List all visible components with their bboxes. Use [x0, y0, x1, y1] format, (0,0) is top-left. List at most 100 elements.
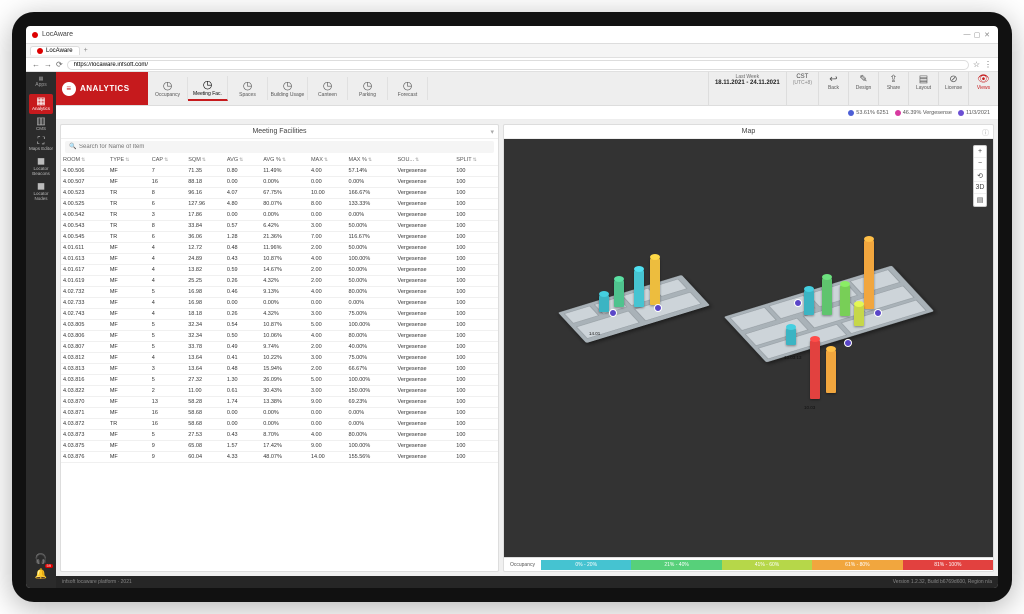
action-design[interactable]: ✎Design	[848, 72, 878, 105]
apps-toggle[interactable]: ▦ Apps	[35, 76, 46, 88]
action-views[interactable]: 👁Views	[968, 72, 998, 105]
close-icon[interactable]: ✕	[982, 31, 992, 39]
col-split[interactable]: SPLIT⇅	[454, 155, 498, 166]
map-panel: Mapⓘ + − ⟲ 3D ▤	[503, 124, 994, 572]
back-icon[interactable]: ←	[32, 60, 40, 69]
reload-icon[interactable]: ⟳	[56, 60, 63, 69]
panel-info-icon[interactable]: ⓘ	[982, 128, 989, 138]
action-back[interactable]: ↩Back	[818, 72, 848, 105]
table-row[interactable]: 4.00.545TR636.061.2821.36%7.00116.67%Ver…	[61, 232, 498, 243]
map-pin-icon	[844, 339, 852, 347]
col-room[interactable]: ROOM⇅	[61, 155, 108, 166]
table-row[interactable]: 4.03.871MF1658.680.000.00%0.000.00%Verge…	[61, 408, 498, 419]
occupancy-segment: 21% - 40%	[631, 560, 721, 570]
table-row[interactable]: 4.03.875MF965.081.5717.42%9.00100.00%Ver…	[61, 441, 498, 452]
forward-icon[interactable]: →	[44, 60, 52, 69]
tab-icon: ◷	[308, 79, 347, 92]
occupancy-bar	[650, 257, 660, 305]
star-icon[interactable]: ☆	[973, 60, 980, 69]
col-sou[interactable]: SOU...⇅	[396, 155, 455, 166]
col-avg[interactable]: AVG %⇅	[261, 155, 309, 166]
table-row[interactable]: 4.00.542TR317.860.000.00%0.000.00%Verges…	[61, 210, 498, 221]
tab-meeting-fac-[interactable]: ◷Meeting Fac.	[188, 76, 228, 101]
action-share[interactable]: ⇪Share	[878, 72, 908, 105]
3d-toggle-icon[interactable]: 3D	[974, 182, 986, 194]
action-license[interactable]: ⊘License	[938, 72, 968, 105]
rotate-icon[interactable]: ⟲	[974, 170, 986, 182]
browser-tab[interactable]: LocAware	[30, 46, 80, 55]
panel-collapse-icon[interactable]: ▾	[490, 128, 494, 136]
brand-logo-icon: ≡	[62, 82, 76, 96]
map-pin-icon	[794, 299, 802, 307]
tab-spaces[interactable]: ◷Spaces	[228, 77, 268, 100]
col-cap[interactable]: CAP⇅	[150, 155, 186, 166]
sidebar-item-maps-editor[interactable]: ⛶Maps Editor	[29, 134, 53, 154]
table-row[interactable]: 4.02.733MF416.980.000.00%0.000.00%Verges…	[61, 298, 498, 309]
maximize-icon[interactable]: ▢	[972, 31, 982, 39]
sidebar-icon: ▦	[29, 96, 53, 107]
table-row[interactable]: 4.01.613MF424.890.4310.87%4.00100.00%Ver…	[61, 254, 498, 265]
sidebar-item-locator-beacons[interactable]: ◼Locator Beacons	[29, 154, 53, 179]
table-row[interactable]: 4.03.813MF313.640.4815.94%2.0066.67%Verg…	[61, 364, 498, 375]
window-chrome: LocAware — ▢ ✕	[26, 26, 998, 44]
menu-icon[interactable]: ⋮	[984, 60, 992, 69]
table-row[interactable]: 4.01.617MF413.820.5914.67%2.0050.00%Verg…	[61, 265, 498, 276]
col-sqm[interactable]: SQM⇅	[186, 155, 225, 166]
sidebar-icon: ◼	[29, 156, 53, 167]
search-input[interactable]	[65, 141, 494, 153]
action-layout[interactable]: ▤Layout	[908, 72, 938, 105]
col-max[interactable]: MAX⇅	[309, 155, 347, 166]
address-input[interactable]	[67, 60, 969, 70]
table-row[interactable]: 4.03.870MF1358.281.7413.38%9.0069.23%Ver…	[61, 397, 498, 408]
occupancy-bar	[854, 304, 864, 326]
sidebar-item-locator-nodes[interactable]: ◼Locator Nodes	[29, 179, 53, 204]
app-icon	[32, 32, 38, 38]
occupancy-bar	[826, 349, 836, 393]
brand: ≡ ANALYTICS	[56, 72, 148, 105]
table-row[interactable]: 4.03.872TR1658.680.000.00%0.000.00%Verge…	[61, 419, 498, 430]
zoom-out-icon[interactable]: −	[974, 158, 986, 170]
occupancy-bar	[614, 279, 624, 307]
col-max[interactable]: MAX %⇅	[347, 155, 396, 166]
table-row[interactable]: 4.03.807MF533.780.499.74%2.0040.00%Verge…	[61, 342, 498, 353]
occupancy-bar	[634, 269, 644, 307]
table-row[interactable]: 4.03.805MF532.340.5410.87%5.00100.00%Ver…	[61, 320, 498, 331]
table-row[interactable]: 4.00.543TR833.840.576.42%3.0050.00%Verge…	[61, 221, 498, 232]
table-row[interactable]: 4.03.876MF960.044.3348.07%14.00155.56%Ve…	[61, 452, 498, 463]
address-bar-row: ← → ⟳ ☆ ⋮	[26, 58, 998, 72]
col-avg[interactable]: AVG⇅	[225, 155, 261, 166]
tab-building-usage[interactable]: ◷Building Usage	[268, 77, 308, 100]
tab-canteen[interactable]: ◷Canteen	[308, 77, 348, 100]
occupancy-bar	[822, 277, 832, 315]
table-row[interactable]: 4.02.743MF418.180.264.32%3.0075.00%Verge…	[61, 309, 498, 320]
notifications-icon[interactable]: 🔔	[29, 567, 53, 582]
date-range-picker[interactable]: Last Week 18.11.2021 - 24.11.2021	[708, 72, 786, 105]
new-tab-icon[interactable]: +	[84, 47, 88, 54]
tab-occupancy[interactable]: ◷Occupancy	[148, 77, 188, 100]
table-row[interactable]: 4.01.611MF412.720.4811.96%2.0050.00%Verg…	[61, 243, 498, 254]
table-row[interactable]: 4.00.523TR896.164.0767.75%10.00166.67%Ve…	[61, 188, 498, 199]
tab-forecast[interactable]: ◷Forecast	[388, 77, 428, 100]
table-row[interactable]: 4.02.732MF516.980.469.13%4.0080.00%Verge…	[61, 287, 498, 298]
map-3d-view[interactable]: + − ⟲ 3D ▤	[504, 139, 993, 557]
table-row[interactable]: 4.00.507MF1688.180.000.00%0.000.00%Verge…	[61, 177, 498, 188]
layers-icon[interactable]: ▤	[974, 194, 986, 206]
col-type[interactable]: TYPE⇅	[108, 155, 150, 166]
tab-parking[interactable]: ◷Parking	[348, 77, 388, 100]
tab-icon: ◷	[228, 79, 267, 92]
table-row[interactable]: 4.00.506MF771.350.8011.49%4.0057.14%Verg…	[61, 166, 498, 177]
table-row[interactable]: 4.03.816MF527.321.3026.09%5.00100.00%Ver…	[61, 375, 498, 386]
sidebar-item-analytics[interactable]: ▦Analytics	[29, 94, 53, 114]
table-row[interactable]: 4.00.525TR6127.964.8080.07%8.00133.33%Ve…	[61, 199, 498, 210]
table-row[interactable]: 4.03.806MF532.340.5010.06%4.0080.00%Verg…	[61, 331, 498, 342]
table-row[interactable]: 4.03.822MF211.000.6130.43%3.00150.00%Ver…	[61, 386, 498, 397]
table-row[interactable]: 4.03.812MF413.640.4110.22%3.0075.00%Verg…	[61, 353, 498, 364]
timezone-picker[interactable]: CST (UTC+8)	[786, 72, 818, 105]
table-row[interactable]: 4.01.619MF425.250.264.32%2.0050.00%Verge…	[61, 276, 498, 287]
table-row[interactable]: 4.03.873MF527.530.438.70%4.0080.00%Verge…	[61, 430, 498, 441]
minimize-icon[interactable]: —	[962, 31, 972, 38]
tab-icon: ◷	[148, 79, 187, 92]
sidebar-item-cms[interactable]: ▥CMS	[29, 114, 53, 134]
occupancy-segment: 81% - 100%	[903, 560, 993, 570]
zoom-in-icon[interactable]: +	[974, 146, 986, 158]
